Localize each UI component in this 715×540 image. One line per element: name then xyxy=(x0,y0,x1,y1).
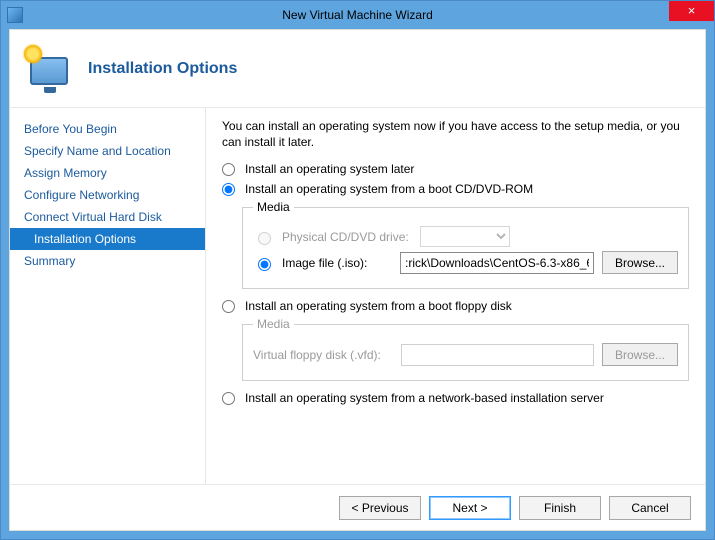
image-file-path[interactable] xyxy=(400,252,594,274)
step-summary[interactable]: Summary xyxy=(10,250,205,272)
finish-button[interactable]: Finish xyxy=(519,496,601,520)
app-icon xyxy=(7,7,23,23)
option-install-floppy[interactable]: Install an operating system from a boot … xyxy=(222,299,689,313)
wizard-steps: Before You Begin Specify Name and Locati… xyxy=(10,108,206,484)
floppy-media-group: Media Virtual floppy disk (.vfd): Browse… xyxy=(242,317,689,381)
cd-media-legend: Media xyxy=(253,200,294,214)
step-assign-memory[interactable]: Assign Memory xyxy=(10,162,205,184)
vfd-label: Virtual floppy disk (.vfd): xyxy=(253,348,393,362)
option-install-cd-label: Install an operating system from a boot … xyxy=(245,182,533,196)
wizard-body: Installation Options Before You Begin Sp… xyxy=(9,29,706,531)
radio-install-network[interactable] xyxy=(222,392,235,405)
titlebar: New Virtual Machine Wizard × xyxy=(1,1,714,29)
radio-install-cd[interactable] xyxy=(222,183,235,196)
wizard-window: New Virtual Machine Wizard × Installatio… xyxy=(0,0,715,540)
intro-text: You can install an operating system now … xyxy=(222,118,689,150)
close-button[interactable]: × xyxy=(669,1,714,21)
step-before-you-begin[interactable]: Before You Begin xyxy=(10,118,205,140)
physical-drive-label: Physical CD/DVD drive: xyxy=(282,230,412,244)
window-title: New Virtual Machine Wizard xyxy=(1,8,714,22)
step-connect-vhd[interactable]: Connect Virtual Hard Disk xyxy=(10,206,205,228)
wizard-icon xyxy=(24,45,72,93)
radio-install-later[interactable] xyxy=(222,163,235,176)
option-install-network-label: Install an operating system from a netwo… xyxy=(245,391,604,405)
physical-drive-select xyxy=(420,226,510,247)
cd-media-group: Media Physical CD/DVD drive: Image file … xyxy=(242,200,689,289)
wizard-footer: < Previous Next > Finish Cancel xyxy=(10,484,705,530)
option-install-later-label: Install an operating system later xyxy=(245,162,414,176)
step-configure-networking[interactable]: Configure Networking xyxy=(10,184,205,206)
wizard-content: You can install an operating system now … xyxy=(206,108,705,484)
previous-button[interactable]: < Previous xyxy=(339,496,421,520)
browse-iso-button[interactable]: Browse... xyxy=(602,251,678,274)
radio-physical-drive xyxy=(258,232,271,245)
step-specify-name[interactable]: Specify Name and Location xyxy=(10,140,205,162)
next-button[interactable]: Next > xyxy=(429,496,511,520)
radio-install-floppy[interactable] xyxy=(222,300,235,313)
step-installation-options[interactable]: Installation Options xyxy=(10,228,205,250)
option-install-network[interactable]: Install an operating system from a netwo… xyxy=(222,391,689,405)
image-file-label: Image file (.iso): xyxy=(282,256,392,270)
cancel-button[interactable]: Cancel xyxy=(609,496,691,520)
wizard-header: Installation Options xyxy=(10,30,705,108)
vfd-path xyxy=(401,344,594,366)
browse-vfd-button: Browse... xyxy=(602,343,678,366)
option-install-cd[interactable]: Install an operating system from a boot … xyxy=(222,182,689,196)
radio-image-file[interactable] xyxy=(258,258,271,271)
option-install-later[interactable]: Install an operating system later xyxy=(222,162,689,176)
floppy-media-legend: Media xyxy=(253,317,294,331)
option-install-floppy-label: Install an operating system from a boot … xyxy=(245,299,512,313)
page-title: Installation Options xyxy=(88,60,237,78)
